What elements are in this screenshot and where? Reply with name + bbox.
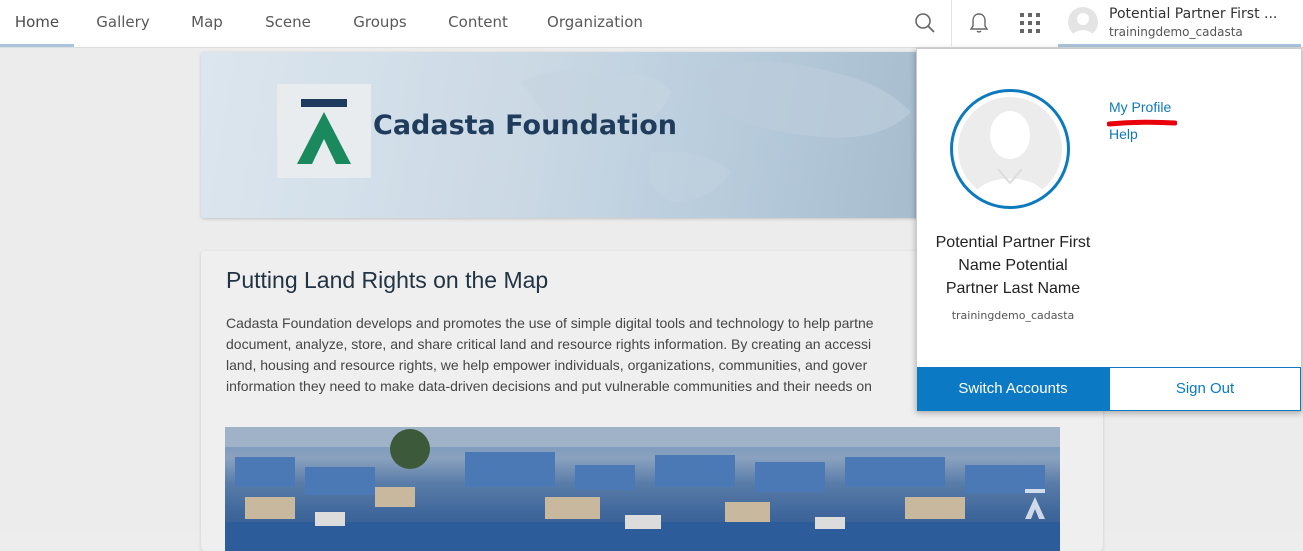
user-username: trainingdemo_cadasta [1109, 25, 1243, 39]
nav-divider [951, 0, 952, 46]
top-navigation-bar: Home Gallery Map Scene Groups Content Or… [0, 0, 1303, 48]
switch-accounts-button[interactable]: Switch Accounts [917, 367, 1109, 411]
app-launcher-icon [1020, 13, 1040, 33]
nav-gallery[interactable]: Gallery [88, 0, 158, 46]
full-name-line: Partner Last Name [945, 280, 1081, 297]
avatar [1068, 7, 1098, 37]
sign-out-button[interactable]: Sign Out [1109, 367, 1301, 411]
blue-city-illustration [225, 427, 1060, 551]
user-menu-toggle[interactable]: Potential Partner First ... trainingdemo… [1058, 0, 1301, 47]
full-name-line: Name Potential [958, 257, 1068, 274]
app-launcher-button[interactable] [1010, 0, 1050, 46]
search-button[interactable] [905, 0, 945, 46]
nav-scene[interactable]: Scene [256, 0, 320, 46]
search-icon [915, 13, 935, 33]
cadasta-logo-icon [297, 99, 351, 164]
user-display-name: Potential Partner First ... [1109, 6, 1278, 22]
my-profile-link[interactable]: My Profile [1109, 99, 1171, 115]
city-photo [225, 427, 1060, 551]
bell-icon [969, 13, 989, 33]
user-silhouette-icon [972, 111, 1048, 201]
profile-full-name: Potential Partner First Name Potential P… [917, 231, 1109, 300]
nav-organization[interactable]: Organization [540, 0, 650, 46]
nav-home[interactable]: Home [0, 0, 74, 47]
full-name-line: Potential Partner First [935, 234, 1091, 251]
nav-map[interactable]: Map [180, 0, 234, 46]
help-link[interactable]: Help [1109, 126, 1138, 142]
nav-content[interactable]: Content [440, 0, 516, 46]
user-dropdown: Potential Partner First Name Potential P… [916, 48, 1302, 411]
notifications-button[interactable] [959, 0, 999, 46]
cadasta-logo [277, 84, 371, 178]
profile-username: trainingdemo_cadasta [951, 309, 1075, 322]
nav-groups[interactable]: Groups [344, 0, 416, 46]
profile-avatar [950, 89, 1070, 209]
org-banner: Cadasta Foundation [201, 52, 921, 218]
card-title: Putting Land Rights on the Map [226, 267, 549, 293]
user-silhouette-icon [1072, 13, 1094, 37]
org-title: Cadasta Foundation [373, 110, 678, 141]
